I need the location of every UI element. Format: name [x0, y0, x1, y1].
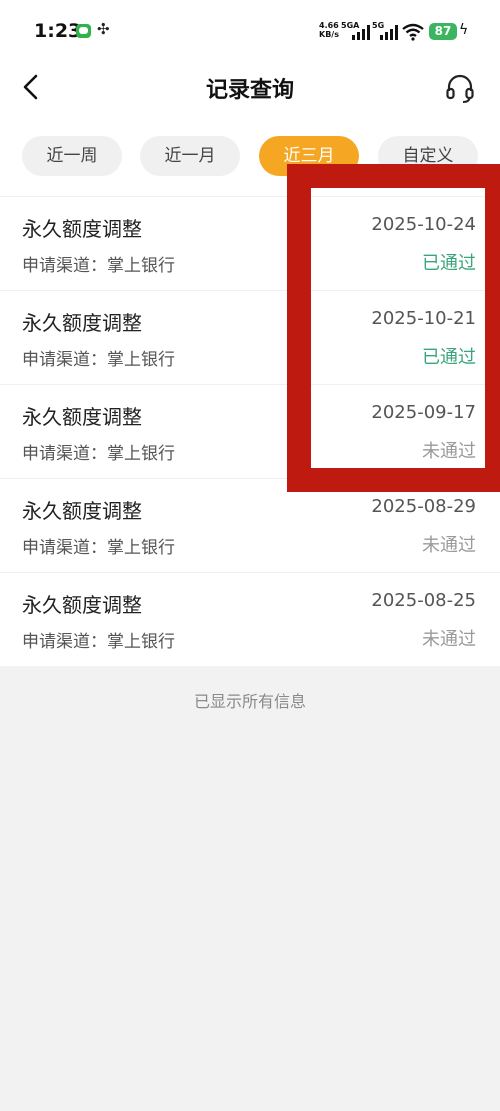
- sim-icon: ✣: [97, 20, 110, 38]
- headset-icon[interactable]: [444, 72, 476, 104]
- record-list: 永久额度调整 2025-10-24 申请渠道：掌上银行 已通过 永久额度调整 2…: [0, 196, 500, 666]
- battery-icon: 87: [429, 23, 457, 40]
- list-item[interactable]: 永久额度调整 2025-08-25 申请渠道：掌上银行 未通过: [0, 572, 500, 666]
- end-of-list-note: 已显示所有信息: [193, 692, 306, 711]
- record-date: 2025-09-17: [371, 402, 476, 423]
- tab-month[interactable]: 近一月: [140, 136, 240, 176]
- network-speed-unit: KB/s: [319, 30, 339, 39]
- chevron-left-icon[interactable]: [18, 72, 44, 102]
- record-channel: 申请渠道：掌上银行: [22, 256, 175, 276]
- status-badge: 未通过: [422, 629, 476, 650]
- list-item[interactable]: 永久额度调整 2025-10-21 申请渠道：掌上银行 已通过: [0, 290, 500, 384]
- page-title: 记录查询: [205, 78, 294, 103]
- period-tabs: 近一周 近一月 近三月 自定义: [0, 136, 500, 176]
- record-channel: 申请渠道：掌上银行: [22, 444, 175, 464]
- record-title: 永久额度调整: [22, 311, 142, 335]
- status-bar: 1:23 ✣ 4.66 KB/s 5GA 5G 87 ϟ: [0, 0, 500, 64]
- status-badge: 未通过: [422, 535, 476, 556]
- record-title: 永久额度调整: [22, 405, 142, 429]
- nav-bar: 记录查询: [0, 64, 500, 112]
- network-speed: 4.66 KB/s: [319, 21, 339, 39]
- record-channel: 申请渠道：掌上银行: [22, 538, 175, 558]
- signal-icon-1: [352, 24, 370, 40]
- tab-three-months[interactable]: 近三月: [259, 136, 359, 176]
- list-item[interactable]: 永久额度调整 2025-09-17 申请渠道：掌上银行 未通过: [0, 384, 500, 478]
- list-item[interactable]: 永久额度调整 2025-10-24 申请渠道：掌上银行 已通过: [0, 196, 500, 290]
- record-date: 2025-08-29: [371, 496, 476, 517]
- status-badge: 已通过: [422, 253, 476, 274]
- record-date: 2025-10-24: [371, 214, 476, 235]
- tab-custom[interactable]: 自定义: [378, 136, 478, 176]
- wifi-icon: [402, 23, 424, 41]
- record-channel: 申请渠道：掌上银行: [22, 350, 175, 370]
- tab-week[interactable]: 近一周: [22, 136, 122, 176]
- record-channel: 申请渠道：掌上银行: [22, 632, 175, 652]
- record-title: 永久额度调整: [22, 593, 142, 617]
- status-badge: 已通过: [422, 347, 476, 368]
- list-item[interactable]: 永久额度调整 2025-08-29 申请渠道：掌上银行 未通过: [0, 478, 500, 572]
- network-speed-value: 4.66: [319, 21, 339, 30]
- charging-icon: ϟ: [459, 22, 469, 38]
- status-badge: 未通过: [422, 441, 476, 462]
- status-time: 1:23: [34, 20, 82, 42]
- record-title: 永久额度调整: [22, 499, 142, 523]
- record-date: 2025-08-25: [371, 590, 476, 611]
- signal-icon-2: [380, 24, 398, 40]
- record-date: 2025-10-21: [371, 308, 476, 329]
- message-icon: [76, 24, 91, 38]
- record-title: 永久额度调整: [22, 217, 142, 241]
